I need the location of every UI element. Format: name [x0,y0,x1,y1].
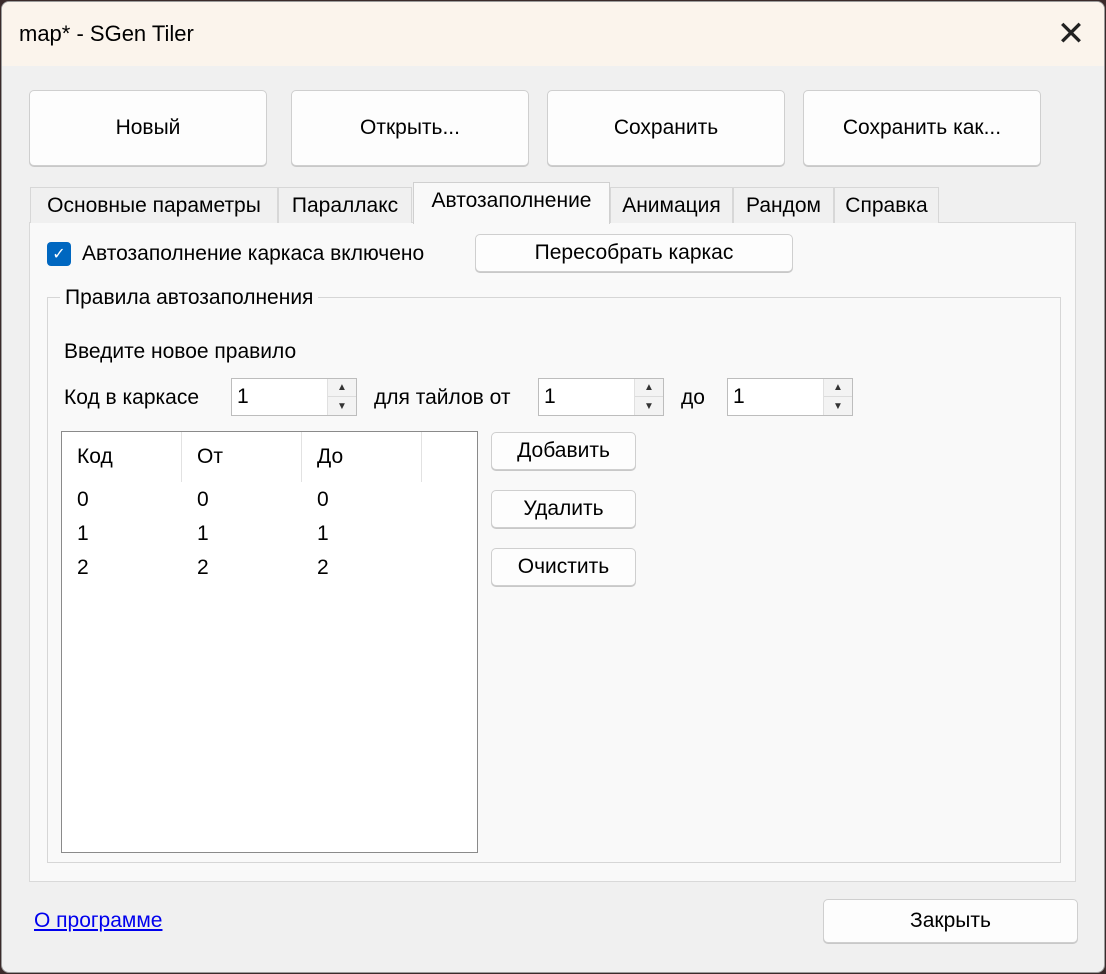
cell-code: 1 [77,522,89,545]
tab-random[interactable]: Рандом [733,187,834,223]
open-button[interactable]: Открыть... [291,90,529,166]
checkbox-checked-icon[interactable]: ✓ [47,242,71,266]
cell-code: 2 [77,556,89,579]
clear-rules-button[interactable]: Очистить [491,548,636,586]
from-stepper-arrows[interactable]: ▲ ▼ [634,379,663,415]
column-header-to[interactable]: До [302,432,422,482]
about-link[interactable]: О программе [34,909,162,933]
stepper-down-icon[interactable]: ▼ [635,397,663,415]
tab-main-params[interactable]: Основные параметры [30,187,278,223]
autofill-enabled-checkbox[interactable]: ✓ Автозаполнение каркаса включено [47,242,424,266]
app-window: map* - SGen Tiler ✕ Новый Открыть... Сох… [1,1,1105,973]
from-label: для тайлов от [374,386,511,409]
rebuild-frame-button[interactable]: Пересобрать каркас [475,234,793,272]
save-button[interactable]: Сохранить [547,90,785,166]
stepper-up-icon[interactable]: ▲ [824,379,852,397]
column-header-code[interactable]: Код [62,432,182,482]
from-value[interactable]: 1 [544,385,556,409]
cell-to: 0 [317,488,329,511]
stepper-down-icon[interactable]: ▼ [824,397,852,415]
cell-from: 2 [197,556,209,579]
window-title: map* - SGen Tiler [19,21,194,46]
cell-code: 0 [77,488,89,511]
cell-to: 2 [317,556,329,579]
close-icon: ✕ [1056,15,1086,53]
to-stepper[interactable]: 1 ▲ ▼ [727,378,853,416]
code-value[interactable]: 1 [237,385,249,409]
stepper-up-icon[interactable]: ▲ [635,379,663,397]
tab-help[interactable]: Справка [834,187,939,223]
to-label: до [681,386,705,409]
to-stepper-arrows[interactable]: ▲ ▼ [823,379,852,415]
stepper-up-icon[interactable]: ▲ [328,379,356,397]
code-label: Код в каркасе [64,386,200,409]
new-button[interactable]: Новый [29,90,267,166]
cell-from: 0 [197,488,209,511]
save-as-button[interactable]: Сохранить как... [803,90,1041,166]
title-bar: map* - SGen Tiler ✕ [2,2,1104,66]
rules-list[interactable]: Код От До 0 0 0 1 1 1 2 2 2 [61,431,478,853]
tab-autofill[interactable]: Автозаполнение [413,182,610,224]
code-stepper[interactable]: 1 ▲ ▼ [231,378,357,416]
autofill-enabled-label: Автозаполнение каркаса включено [82,242,425,265]
add-rule-button[interactable]: Добавить [491,432,636,470]
code-stepper-arrows[interactable]: ▲ ▼ [327,379,356,415]
cell-to: 1 [317,522,329,545]
column-header-from[interactable]: От [182,432,302,482]
close-button[interactable]: Закрыть [823,899,1078,943]
close-window-button[interactable]: ✕ [1038,2,1104,66]
cell-from: 1 [197,522,209,545]
tab-parallax[interactable]: Параллакс [278,187,412,223]
rules-group-title: Правила автозаполнения [60,286,319,310]
stepper-down-icon[interactable]: ▼ [328,397,356,415]
new-rule-prompt: Введите новое правило [64,340,297,363]
tab-animation[interactable]: Анимация [610,187,733,223]
from-stepper[interactable]: 1 ▲ ▼ [538,378,664,416]
delete-rule-button[interactable]: Удалить [491,490,636,528]
to-value[interactable]: 1 [733,385,745,409]
